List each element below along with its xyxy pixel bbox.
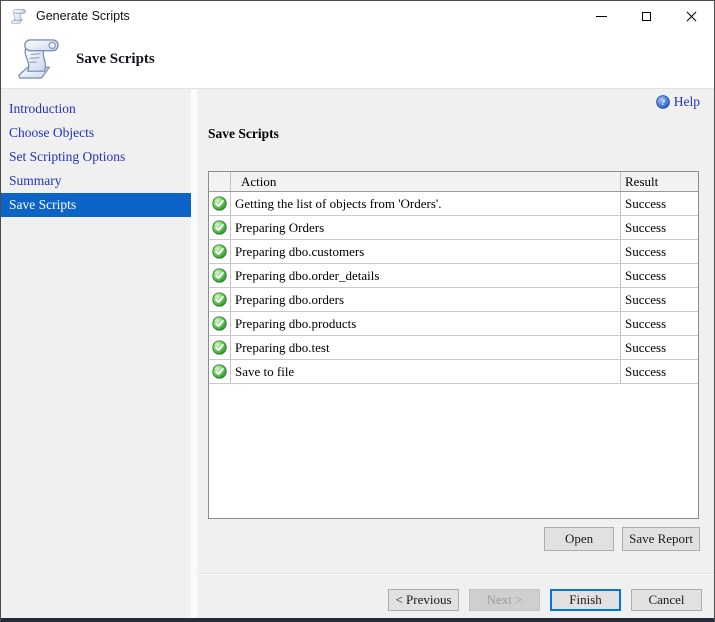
wizard-page-title: Save Scripts (76, 51, 155, 67)
finish-button[interactable]: Finish (550, 589, 621, 611)
result-cell: Success (625, 363, 667, 379)
table-row[interactable]: Save to file Success (209, 360, 698, 384)
sidebar-item-choose-objects[interactable]: Choose Objects (1, 121, 191, 145)
action-cell: Preparing dbo.test (231, 336, 621, 359)
next-button[interactable]: Next > (469, 589, 540, 611)
status-cell (209, 288, 231, 311)
grid-header-action: Action (231, 172, 621, 191)
action-cell: Preparing dbo.orders (231, 288, 621, 311)
window-title: Generate Scripts (36, 9, 130, 23)
result-cell: Success (625, 315, 667, 331)
scroll-icon (15, 36, 62, 83)
table-row[interactable]: Preparing dbo.customers Success (209, 240, 698, 264)
result-cell: Success (625, 243, 667, 259)
green-check-icon (212, 220, 227, 235)
maximize-button[interactable] (624, 1, 669, 31)
wizard-steps-sidebar: Introduction Choose Objects Set Scripting … (1, 90, 191, 619)
action-cell: Preparing dbo.order_details (231, 264, 621, 287)
sidebar-item-introduction[interactable]: Introduction (1, 97, 191, 121)
green-check-icon (212, 196, 227, 211)
help-link[interactable]: ? Help (655, 94, 700, 110)
action-cell: Save to file (231, 360, 621, 383)
help-icon: ? (655, 95, 670, 109)
table-row[interactable]: Preparing dbo.products Success (209, 312, 698, 336)
result-cell: Success (625, 267, 667, 283)
previous-button[interactable]: < Previous (388, 589, 459, 611)
grid-header-result: Result (625, 173, 659, 189)
table-row[interactable]: Preparing dbo.order_details Success (209, 264, 698, 288)
help-label: Help (673, 94, 700, 109)
action-cell: Getting the list of objects from 'Orders… (231, 192, 621, 215)
footer-divider (197, 573, 714, 575)
titlebar[interactable]: Generate Scripts (1, 1, 714, 31)
main-panel: ? Help Save Scripts Action Result Gettin… (197, 90, 714, 619)
table-row[interactable]: Preparing Orders Success (209, 216, 698, 240)
green-check-icon (212, 292, 227, 307)
minimize-button[interactable] (579, 1, 624, 31)
wizard-header: Save Scripts (1, 31, 714, 89)
close-button[interactable] (669, 1, 714, 31)
status-cell (209, 360, 231, 383)
cancel-button[interactable]: Cancel (631, 589, 702, 611)
green-check-icon (212, 340, 227, 355)
status-cell (209, 216, 231, 239)
status-cell (209, 312, 231, 335)
grid-header-status-cell (209, 172, 231, 191)
grid-header-row: Action Result (209, 172, 698, 192)
result-cell: Success (625, 291, 667, 307)
result-cell: Success (625, 195, 667, 211)
sidebar-item-save-scripts[interactable]: Save Scripts (1, 193, 191, 217)
status-cell (209, 264, 231, 287)
green-check-icon (212, 244, 227, 259)
action-cell: Preparing dbo.customers (231, 240, 621, 263)
action-cell: Preparing dbo.products (231, 312, 621, 335)
window-bottom-edge (1, 618, 714, 622)
result-cell: Success (625, 219, 667, 235)
scroll-icon (10, 8, 27, 25)
svg-text:?: ? (661, 97, 665, 107)
close-icon (685, 10, 698, 23)
table-row[interactable]: Preparing dbo.test Success (209, 336, 698, 360)
open-button[interactable]: Open (544, 527, 615, 551)
result-cell: Success (625, 339, 667, 355)
status-cell (209, 240, 231, 263)
green-check-icon (212, 268, 227, 283)
save-report-button[interactable]: Save Report (622, 527, 700, 551)
table-row[interactable]: Preparing dbo.orders Success (209, 288, 698, 312)
status-cell (209, 192, 231, 215)
sidebar-item-set-scripting-options[interactable]: Set Scripting Options (1, 145, 191, 169)
generate-scripts-window: Generate Scripts Save Scripts Introducti… (0, 0, 715, 622)
section-title: Save Scripts (208, 126, 279, 141)
sidebar-item-summary[interactable]: Summary (1, 169, 191, 193)
green-check-icon (212, 364, 227, 379)
results-grid[interactable]: Action Result Getting the list of object… (208, 171, 699, 519)
action-cell: Preparing Orders (231, 216, 621, 239)
status-cell (209, 336, 231, 359)
wizard-body: Introduction Choose Objects Set Scripting … (1, 90, 714, 619)
report-button-group: Open Save Report (544, 527, 700, 551)
wizard-nav-buttons: < Previous Next > Finish Cancel (388, 589, 702, 611)
green-check-icon (212, 316, 227, 331)
maximize-icon (642, 11, 651, 21)
minimize-icon (596, 15, 607, 17)
table-row[interactable]: Getting the list of objects from 'Orders… (209, 192, 698, 216)
